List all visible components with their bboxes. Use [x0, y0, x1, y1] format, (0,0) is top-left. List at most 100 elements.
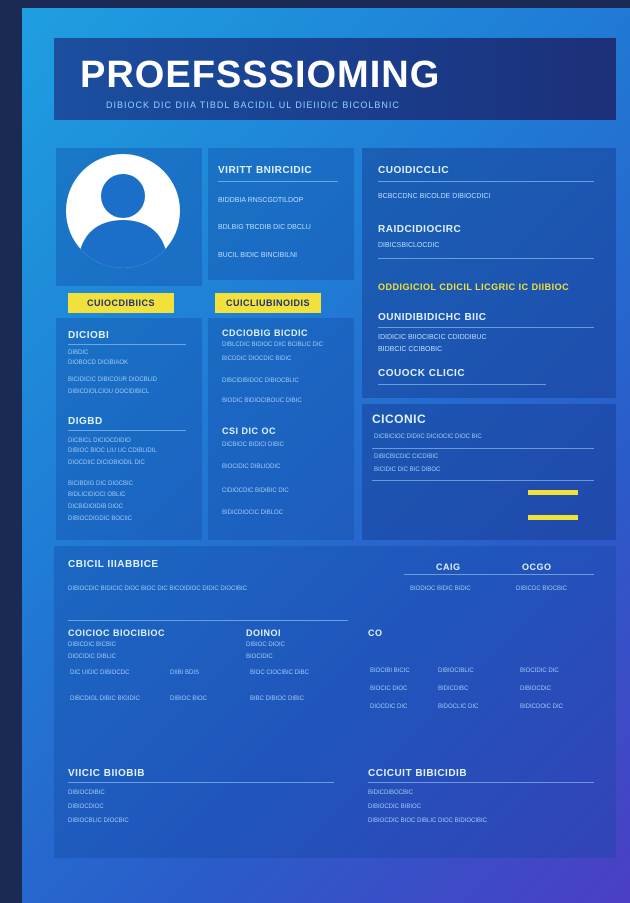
summary-panel — [362, 148, 616, 398]
divider — [368, 782, 594, 783]
education-line: DICBIDIOIDIB DIOC — [68, 504, 124, 510]
section-heading: OCGO — [522, 562, 552, 572]
section-heading: COICIOC BIOCIBIOC — [68, 628, 166, 638]
details-line: DIBIOCBLIC DIOCBIC — [68, 818, 129, 824]
summary-line: BCBCCDNC BICOLDE DIBIOCDICI — [378, 193, 491, 200]
details-line: DIBIOCDIOC — [68, 804, 104, 810]
avatar — [66, 154, 180, 268]
contact-button[interactable]: CUICLIUBINOIDIS — [215, 293, 321, 313]
education-line: DIBICDIOLCIOU OOCIDIBICL — [68, 389, 150, 395]
page-title: PROEFSSSIOMING — [80, 54, 441, 96]
education-line: BICIDICIC DIBICOUR DIOCBLID — [68, 377, 158, 383]
page-subtitle: DIBIOCK DIC DIIA TIBDL BACIDIL UL DIEIID… — [106, 100, 400, 110]
education-line: BIDLICIDIOCI OBLIC — [68, 492, 126, 498]
experience-line: BIDICDIOCIC DIBLOC — [222, 510, 284, 516]
details-line: BIDICDIBOCBIC — [368, 790, 414, 796]
experience-line: BICDDIC DIOCDIC BIDIC — [222, 356, 292, 362]
divider — [218, 181, 338, 182]
divider — [404, 574, 594, 575]
highlight-line: ODDIGICIOL CDICIL LICGRIC IC DIIBIOC — [378, 282, 570, 292]
details-line: DIBIOCDIC BIOC DIBLIC DIOC BIDIOCIBIC — [368, 818, 488, 824]
contact-row: BDLBIG TBCDIB DIC DBCLU — [218, 224, 311, 231]
details-line: BIODIOC BIDIC BIDIC — [410, 586, 471, 592]
resume-page: PROEFSSSIOMING DIBIOCK DIC DIIA TIBDL BA… — [22, 8, 630, 903]
skill-level-bar — [528, 490, 578, 495]
details-cell: BIOCIC DIOC — [370, 686, 408, 692]
divider — [378, 181, 594, 182]
awards-line: DIBICBICDIC CICDIBIC — [374, 454, 439, 460]
contact-row: BIDDBIA RNSCGDTILDOP — [218, 197, 304, 204]
experience-line: CIDIOCDIC BIDIBIC DIC — [222, 488, 289, 494]
details-cell: BIDOCLIC DIC — [438, 704, 479, 710]
details-line: BIOC CIOCIBIC DIBC — [250, 670, 310, 676]
experience-line: BIODIC BIDIOCIBOUC DIBIC — [222, 398, 302, 404]
section-heading: DICIOBI — [68, 330, 110, 341]
divider — [68, 344, 186, 345]
details-cell: BIOCIBI BICIC — [370, 668, 410, 674]
section-heading: CAIG — [436, 562, 461, 572]
details-cell: BIDICDIBC — [438, 686, 469, 692]
details-line: DIBIOC BIOC — [170, 696, 208, 702]
section-heading: DOINOI — [246, 628, 282, 638]
avatar-panel — [56, 148, 202, 286]
education-line: DIOBOCD DICIBIAOK — [68, 360, 129, 366]
divider — [378, 327, 594, 328]
experience-line: DIBCIDIBIDOC DIBIOCBLIC — [222, 378, 299, 384]
section-heading: CSI DIC OC — [222, 426, 277, 436]
section-heading: CICONIC — [372, 412, 427, 426]
summary-line: DIBICSBICLOCDIC — [378, 242, 440, 249]
details-cell: DIBIOCDIC — [520, 686, 552, 692]
details-line: DIBIOCDIBIC — [68, 790, 105, 796]
education-line: BICIBDIG DIC DIOCBIC — [68, 481, 134, 487]
section-heading: VIICIC BIIOBIB — [68, 768, 146, 779]
details-line: DIBIOC DIOIC — [246, 642, 286, 648]
section-heading: COUOCK CLICIC — [378, 368, 466, 379]
details-line: DIBICDIC BICBIC — [68, 642, 117, 648]
section-heading: CCICUIT BIBICIDIB — [368, 768, 468, 779]
skills-button[interactable]: CUIOCDIBIICS — [68, 293, 174, 313]
details-line: DIBICDC BIOCBIC — [516, 586, 568, 592]
section-heading: RAIDCIDIOCIRC — [378, 224, 462, 235]
details-line: BIBC DIBIOC DIBIC — [250, 696, 305, 702]
details-line: DIBIOCDIC BIBIOC — [368, 804, 422, 810]
skill-level-bar — [528, 515, 578, 520]
education-line: DIBDIC — [68, 350, 89, 356]
divider — [68, 430, 186, 431]
details-line: DIIBI BDIS — [170, 670, 200, 676]
page-header: PROEFSSSIOMING DIBIOCK DIC DIIA TIBDL BA… — [54, 38, 616, 120]
person-icon — [78, 174, 168, 268]
experience-line: DICBIOC BIDICI DIBIC — [222, 442, 285, 448]
education-line: DIOCDIIC DICIOBIODIL DIC — [68, 460, 145, 466]
details-cell: BIDICDOIC DIC — [520, 704, 564, 710]
section-heading: OUNIDIBIDICHC BIIC — [378, 312, 487, 323]
contact-row: BUCIL BIDIC BINCIBILNI — [218, 252, 298, 259]
education-line: DIBIOC BIOC LIU UC CDIBLIDIL — [68, 448, 157, 454]
details-line: DIBIOCDIC BIDICIC DIOC BIOC DIC BICOIDIO… — [68, 586, 248, 592]
section-heading: CBICIL IIIABBICE — [68, 559, 159, 570]
awards-line: DICBICIOC DIDIIC DICIOCIC DIOC BIC — [374, 434, 482, 440]
section-heading: CUOIDICCLIC — [378, 165, 450, 176]
section-heading: CO — [368, 628, 383, 638]
summary-line: IDIDICIC BIIOCIBCIC CDIDDIBUC — [378, 334, 487, 341]
divider — [372, 480, 594, 481]
divider — [372, 448, 594, 449]
awards-line: BICIDIC DIC BIC DIBOC — [374, 467, 441, 473]
summary-line: BIDBCIC CCIBOBIC — [378, 346, 443, 353]
details-line: DIC UIDIC DIBIOCDC — [70, 670, 130, 676]
divider — [378, 258, 594, 259]
experience-line: BIOCIDIC DIBLIODIC — [222, 464, 281, 470]
education-line: DIBIOCDIGDIC BOCIIC — [68, 516, 133, 522]
divider — [378, 384, 546, 385]
details-cell: DIOCDIC DIC — [370, 704, 408, 710]
details-cell: DIBIOCIBLIC — [438, 668, 474, 674]
divider — [68, 620, 348, 621]
contact-heading: VIRITT BNIRCIDIC — [218, 165, 313, 176]
details-panel — [54, 546, 616, 858]
details-cell: BIOCIDIC DIC — [520, 668, 559, 674]
details-line: DIBCDIGL DIBIC BIGIDIC — [70, 696, 140, 702]
details-line: DIOCIDIC DIBLIC — [68, 654, 117, 660]
section-heading: DIGBD — [68, 416, 103, 427]
experience-line: DIBLCDIC BIDIOC DIIC BCIBLIC DIC — [222, 342, 324, 348]
education-line: DICBICL DICIOCDIDIO — [68, 438, 131, 444]
details-line: BIOCIDIC — [246, 654, 273, 660]
